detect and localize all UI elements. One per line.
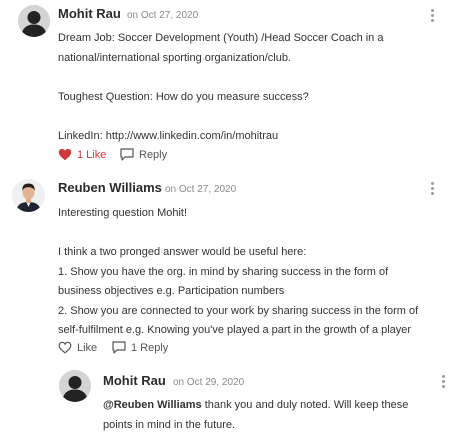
comment-body: Interesting question Mohit! I think a tw… bbox=[58, 204, 418, 341]
comment-line: @Reuben Williams thank you and duly note… bbox=[103, 396, 408, 416]
comment-line bbox=[58, 107, 383, 127]
reply-count-label: 1 Reply bbox=[131, 341, 169, 354]
comment-body: @Reuben Williams thank you and duly note… bbox=[103, 396, 408, 435]
reply-button[interactable]: 1 Reply bbox=[112, 341, 168, 354]
comment-line: LinkedIn: http://www.linkedin.com/in/moh… bbox=[58, 127, 383, 147]
comment-body: Dream Job: Soccer Development (Youth) /H… bbox=[58, 29, 383, 146]
comment-line: business objectives e.g. Participation n… bbox=[58, 285, 285, 297]
comment-text: thank you and duly noted. Will keep thes… bbox=[201, 399, 409, 411]
comment-line: points in mind in the future. bbox=[103, 418, 236, 431]
avatar[interactable] bbox=[18, 5, 50, 37]
comment-line: Interesting question Mohit! bbox=[58, 207, 188, 219]
speech-bubble-icon bbox=[120, 148, 134, 161]
reply-label: Reply bbox=[139, 148, 168, 161]
comment-line: Dream Job: Soccer Development (Youth) /H… bbox=[58, 32, 384, 44]
comment-line: I think a two pronged answer would be us… bbox=[58, 246, 307, 258]
author-name[interactable]: Mohit Rau bbox=[103, 373, 166, 388]
avatar[interactable] bbox=[59, 370, 91, 402]
comment-date: on Oct 27, 2020 bbox=[127, 10, 199, 21]
comment-line: 1. Show you have the org. in mind by sha… bbox=[58, 265, 389, 278]
like-count-label: 1 Like bbox=[77, 148, 107, 161]
author-name[interactable]: Mohit Rau bbox=[58, 6, 121, 21]
speech-bubble-icon bbox=[112, 341, 126, 354]
comment-line: national/international sporting organiza… bbox=[58, 51, 291, 64]
user-mention[interactable]: @Reuben Williams bbox=[103, 399, 202, 411]
linkedin-label: LinkedIn: bbox=[58, 129, 103, 142]
avatar-placeholder-icon bbox=[59, 370, 91, 402]
like-button[interactable]: 1 Like bbox=[58, 148, 106, 161]
more-vertical-icon[interactable] bbox=[440, 375, 446, 389]
comment-line: Toughest Question: How do you measure su… bbox=[58, 90, 309, 103]
comment-line: 2. Show you are connected to your work b… bbox=[58, 304, 419, 317]
avatar[interactable] bbox=[12, 179, 45, 212]
comment-line bbox=[58, 68, 383, 88]
linkedin-link[interactable]: http://www.linkedin.com/in/mohitrau bbox=[106, 130, 278, 142]
author-name[interactable]: Reuben Williams bbox=[58, 180, 162, 195]
reply-button[interactable]: Reply bbox=[120, 148, 167, 161]
comment-line: self-fulfilment e.g. Knowing you've play… bbox=[58, 324, 412, 336]
heart-outline-icon bbox=[58, 341, 72, 354]
more-vertical-icon[interactable] bbox=[429, 182, 435, 196]
like-button[interactable]: Like bbox=[58, 341, 97, 354]
comment-line bbox=[58, 224, 418, 244]
heart-icon bbox=[58, 148, 72, 161]
comment-date: on Oct 27, 2020 bbox=[165, 184, 237, 195]
comment-date: on Oct 29, 2020 bbox=[173, 377, 245, 388]
user-photo bbox=[12, 179, 45, 212]
avatar-placeholder-icon bbox=[18, 5, 50, 37]
like-label: Like bbox=[77, 341, 98, 354]
more-vertical-icon[interactable] bbox=[429, 9, 435, 23]
